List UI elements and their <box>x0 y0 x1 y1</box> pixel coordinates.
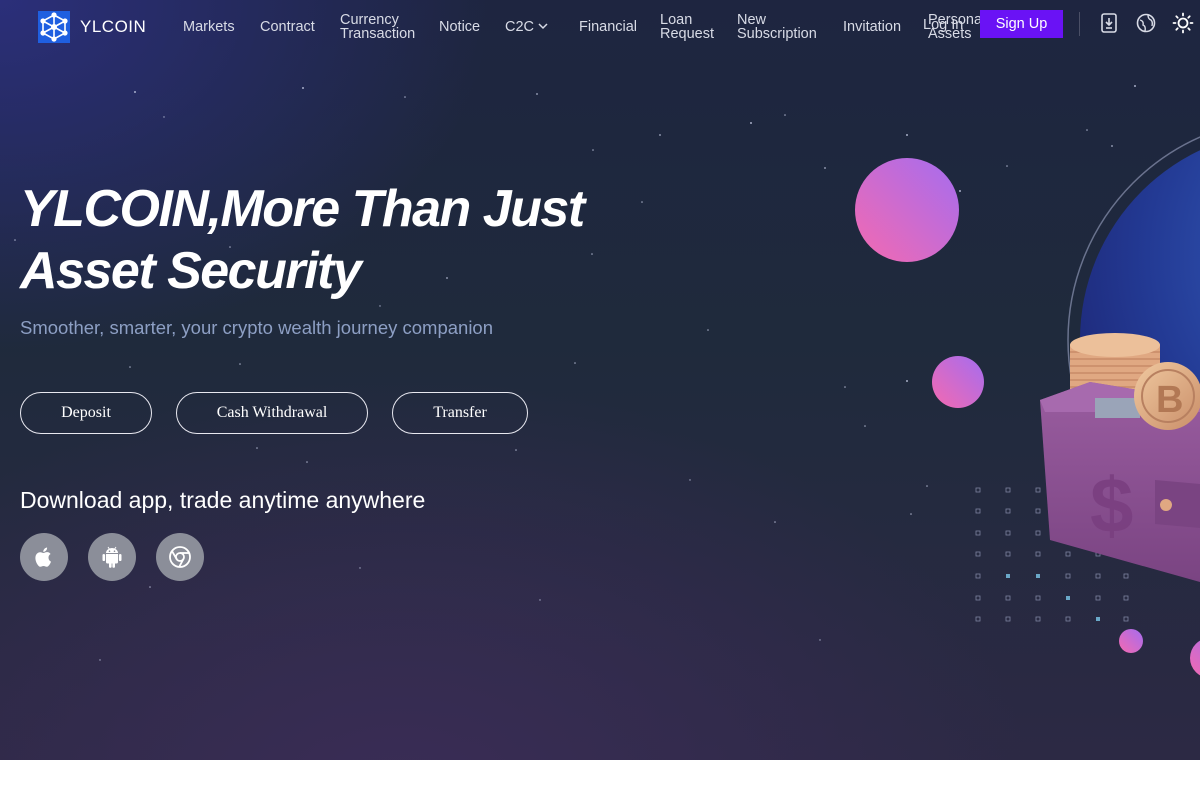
nav-divider <box>1079 12 1080 36</box>
ylcoin-logo-icon[interactable] <box>38 11 70 43</box>
deposit-button[interactable]: Deposit <box>20 392 152 434</box>
chevron-down-icon[interactable] <box>537 20 549 32</box>
brand-name[interactable]: YLCOIN <box>80 17 146 37</box>
nav-contract[interactable]: Contract <box>260 20 315 35</box>
hero-subline: Smoother, smarter, your crypto wealth jo… <box>20 317 494 338</box>
sun-icon[interactable] <box>1172 12 1194 34</box>
hero-headline: YLCOIN,More Than Just Asset Security <box>20 178 620 302</box>
svg-text:$: $ <box>1090 461 1133 549</box>
chrome-app-button[interactable] <box>156 533 204 581</box>
wallet-illustration: B $ <box>855 136 1200 676</box>
nav-markets[interactable]: Markets <box>183 20 235 35</box>
chrome-icon <box>169 546 191 568</box>
white-footer-band <box>0 760 1200 800</box>
nav-invitation[interactable]: Invitation <box>843 20 901 35</box>
android-app-button[interactable] <box>88 533 136 581</box>
hero-section: B $ YLCOIN Markets Contract Currency Tra… <box>0 0 1200 760</box>
login-link[interactable]: Log In <box>923 17 963 33</box>
download-icon[interactable] <box>1098 12 1120 34</box>
nav-subscription-line2: Subscription <box>737 26 817 42</box>
globe-icon[interactable] <box>1135 12 1157 34</box>
svg-text:B: B <box>1156 379 1183 421</box>
nav-new-subscription[interactable]: New Subscription <box>737 13 817 42</box>
download-title: Download app, trade anytime anywhere <box>20 487 426 513</box>
nav-financial[interactable]: Financial <box>579 20 637 35</box>
nav-loan-line2: Request <box>660 26 715 42</box>
nav-notice[interactable]: Notice <box>439 20 480 35</box>
cash-withdrawal-button[interactable]: Cash Withdrawal <box>176 392 368 434</box>
nav-loan-request[interactable]: Loan Request <box>660 13 715 42</box>
transfer-button[interactable]: Transfer <box>392 392 528 434</box>
nav-currency-transaction[interactable]: Currency Transaction <box>340 13 416 42</box>
headline-line1: YLCOIN,More Than Just <box>20 180 585 238</box>
top-navigation: YLCOIN Markets Contract Currency Transac… <box>0 0 1200 52</box>
android-icon <box>102 546 122 568</box>
headline-line2: Asset Security <box>20 242 362 300</box>
nav-currency-line2: Transaction <box>340 26 416 42</box>
nav-c2c[interactable]: C2C <box>505 20 534 35</box>
apple-icon <box>35 547 51 567</box>
signup-button[interactable]: Sign Up <box>980 10 1063 38</box>
apple-app-button[interactable] <box>20 533 68 581</box>
